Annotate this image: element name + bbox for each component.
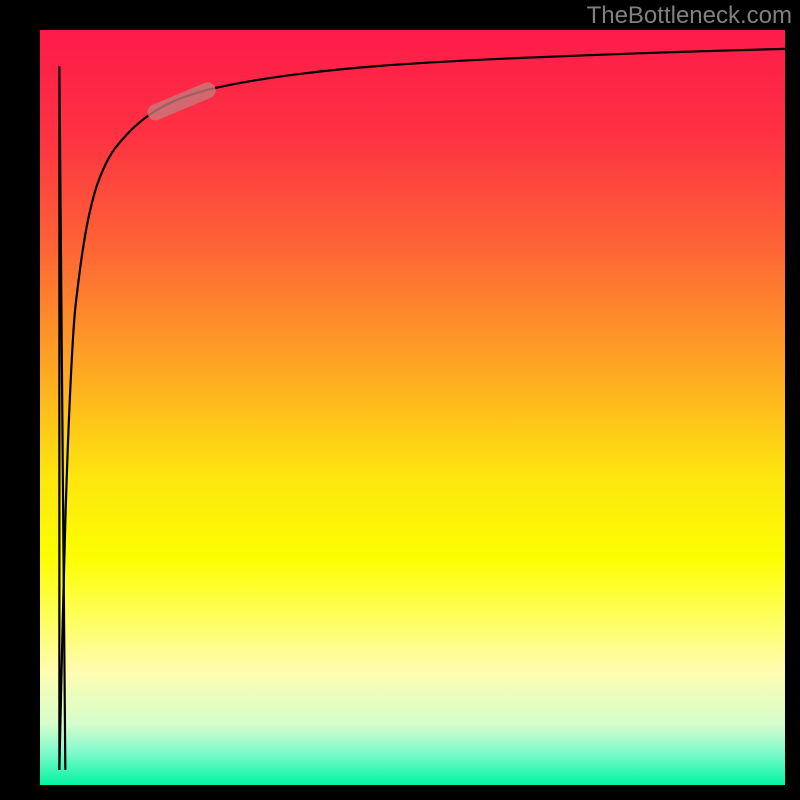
source-attribution: TheBottleneck.com — [587, 2, 792, 30]
chart-svg — [0, 0, 800, 800]
plot-background — [40, 30, 785, 785]
chart-container: TheBottleneck.com — [0, 0, 800, 800]
